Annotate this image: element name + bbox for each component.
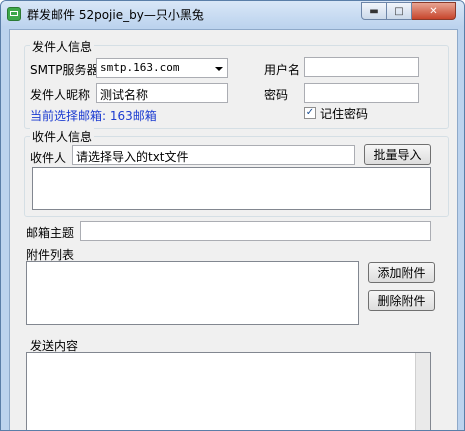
remember-password-checkbox[interactable]: ✓	[304, 107, 316, 119]
batch-import-label: 批量导入	[373, 148, 422, 162]
window-title: 群发邮件 52pojie_by—只小黑兔	[27, 8, 204, 22]
maximize-icon: □	[394, 5, 404, 17]
nickname-input[interactable]: 测试名称	[96, 83, 228, 103]
content-scrollbar[interactable]	[415, 353, 430, 430]
recipient-file-value: 请选择导入的txt文件	[76, 150, 189, 164]
sender-info-label: 发件人信息	[30, 38, 95, 55]
checkmark-icon: ✓	[305, 107, 315, 118]
minimize-button[interactable]: ▬	[361, 2, 387, 20]
remember-password-label: 记住密码	[320, 107, 369, 121]
client-area: 发件人信息 SMTP服务器 smtp.163.com 用户名 发件人昵称 测试名…	[9, 29, 458, 430]
attachments-list[interactable]	[26, 261, 359, 325]
smtp-server-label: SMTP服务器	[30, 63, 99, 77]
maximize-button[interactable]: □	[387, 2, 412, 20]
content-textarea[interactable]	[26, 352, 431, 430]
subject-input[interactable]	[80, 221, 431, 241]
add-attachment-label: 添加附件	[377, 266, 426, 280]
subject-label: 邮箱主题	[26, 226, 75, 240]
password-input[interactable]	[304, 83, 419, 103]
nickname-value: 测试名称	[100, 88, 149, 102]
smtp-server-value: smtp.163.com	[100, 61, 180, 74]
delete-attachment-button[interactable]: 删除附件	[368, 290, 435, 311]
caption-buttons: ▬ □ ✕	[361, 2, 456, 20]
chevron-down-icon	[215, 67, 223, 71]
smtp-server-select[interactable]: smtp.163.com	[96, 58, 228, 78]
username-input[interactable]	[304, 57, 419, 77]
mail-app-icon	[7, 7, 21, 21]
minimize-icon: ▬	[369, 5, 379, 17]
recipient-list[interactable]	[32, 167, 431, 210]
close-icon: ✕	[429, 5, 438, 17]
batch-import-button[interactable]: 批量导入	[364, 144, 431, 165]
main-window: 群发邮件 52pojie_by—只小黑兔 ▬ □ ✕ 发件人信息 SMTP服务器…	[0, 0, 465, 431]
recipient-label: 收件人	[30, 151, 67, 165]
title-bar[interactable]: 群发邮件 52pojie_by—只小黑兔 ▬ □ ✕	[1, 1, 464, 27]
close-button[interactable]: ✕	[412, 2, 456, 20]
add-attachment-button[interactable]: 添加附件	[368, 262, 435, 283]
recipient-file-input[interactable]: 请选择导入的txt文件	[72, 145, 355, 165]
password-label: 密码	[264, 88, 289, 102]
username-label: 用户名	[264, 63, 301, 77]
delete-attachment-label: 删除附件	[377, 294, 426, 308]
recipient-info-label: 收件人信息	[30, 128, 95, 145]
nickname-label: 发件人昵称	[30, 88, 91, 102]
current-mailbox-text: 当前选择邮箱: 163邮箱	[30, 109, 157, 123]
